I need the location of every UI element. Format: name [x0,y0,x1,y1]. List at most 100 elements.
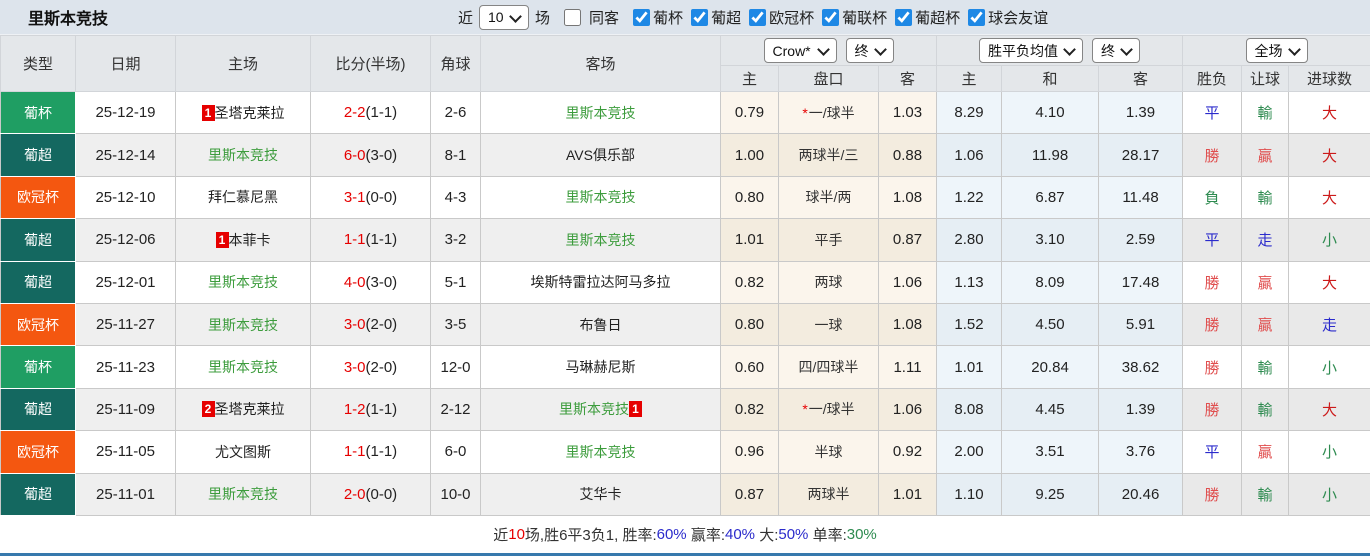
score: 1-2(1-1) [311,388,431,430]
corners: 3-2 [431,219,481,261]
match-date: 25-12-01 [76,261,176,303]
competition-badge: 欧冠杯 [1,431,76,473]
score: 3-1(0-0) [311,176,431,218]
team-title: 里斯本竞技 [28,5,108,29]
competition-checkbox[interactable] [895,9,912,26]
result-goals: 大 [1289,261,1370,303]
corners: 10-0 [431,473,481,515]
result-goals: 走 [1289,303,1370,345]
halftime-score: (0-0) [366,189,398,206]
ah-line: *一/球半 [779,388,879,430]
eu-draw-odds: 20.84 [1002,346,1099,388]
match-row: 葡超25-11-092圣塔克莱拉1-2(1-1)2-12里斯本竞技10.82*一… [1,388,1370,430]
result-handicap: 輸 [1242,346,1289,388]
home-team: 里斯本竞技 [176,303,311,345]
fulltime-score: 6-0 [344,147,366,164]
competition-badge: 葡杯 [1,346,76,388]
ah-home-odds: 0.96 [721,431,779,473]
eu-away-odds: 17.48 [1099,261,1183,303]
scope-select-wrap: 全场 [1246,38,1308,63]
competition-checkbox[interactable] [633,9,650,26]
odds-type-select[interactable]: 胜平负均值 [980,39,1082,62]
competition-badge: 葡超 [1,473,76,515]
team-name: 艾华卡 [580,486,622,502]
score: 2-2(1-1) [311,92,431,134]
ah-away-odds: 0.92 [879,431,937,473]
eu-away-odds: 1.39 [1099,388,1183,430]
match-date: 25-12-10 [76,176,176,218]
competition-checkbox[interactable] [822,9,839,26]
bookmaker-select[interactable]: Crow* [765,39,836,62]
competition-filter[interactable]: 葡超 [683,7,741,28]
fulltime-score: 2-2 [344,104,366,121]
competition-filter[interactable]: 葡联杯 [814,7,887,28]
summary-segment: 10 [508,526,525,543]
ah-line: 球半/两 [779,176,879,218]
result-outcome: 平 [1183,92,1242,134]
result-handicap: 贏 [1242,261,1289,303]
subcol-goals-result: 进球数 [1289,66,1370,92]
ah-home-odds: 0.87 [721,473,779,515]
rank-badge: 2 [202,401,215,417]
competition-badge: 葡杯 [1,92,76,134]
away-team: 里斯本竞技 [481,92,721,134]
away-team: 埃斯特雷拉达阿马多拉 [481,261,721,303]
result-outcome: 平 [1183,219,1242,261]
team-name: 圣塔克莱拉 [215,401,285,417]
subcol-eu-draw: 和 [1002,66,1099,92]
competition-checkbox[interactable] [691,9,708,26]
result-goals: 大 [1289,92,1370,134]
competition-filter[interactable]: 球会友谊 [960,7,1048,28]
match-rows: 葡杯25-12-191圣塔克莱拉2-2(1-1)2-6里斯本竞技0.79*一/球… [1,92,1370,516]
fulltime-score: 1-2 [344,401,366,418]
away-team: 马琳赫尼斯 [481,346,721,388]
ah-line-text: 平手 [815,232,843,248]
corners: 5-1 [431,261,481,303]
competition-filter[interactable]: 葡杯 [625,7,683,28]
match-row: 葡超25-12-14里斯本竞技6-0(3-0)8-1AVS俱乐部1.00两球半/… [1,134,1370,176]
eu-away-odds: 5.91 [1099,303,1183,345]
ah-line-text: 一/球半 [809,105,855,121]
subcol-handicap-result: 让球 [1242,66,1289,92]
competition-filter[interactable]: 葡超杯 [887,7,960,28]
eu-draw-odds: 3.10 [1002,219,1099,261]
eu-away-odds: 11.48 [1099,176,1183,218]
handicap-time-select[interactable]: 终 [847,39,893,62]
ah-home-odds: 1.00 [721,134,779,176]
ah-home-odds: 0.80 [721,303,779,345]
away-team: 布鲁日 [481,303,721,345]
competition-checkbox[interactable] [968,9,985,26]
result-outcome: 勝 [1183,134,1242,176]
eu-home-odds: 8.08 [937,388,1002,430]
away-team: 里斯本竞技 [481,431,721,473]
result-outcome: 平 [1183,431,1242,473]
eu-home-odds: 1.22 [937,176,1002,218]
ah-line: 平手 [779,219,879,261]
team-name: 里斯本竞技 [566,189,636,205]
recent-count-select[interactable]: 10 [480,6,528,29]
score: 4-0(3-0) [311,261,431,303]
corners: 2-12 [431,388,481,430]
competition-filter[interactable]: 欧冠杯 [741,7,814,28]
same-venue-checkbox[interactable] [564,9,581,26]
odds-type-select-wrap: 胜平负均值 [979,38,1083,63]
ah-away-odds: 1.06 [879,261,937,303]
home-team: 尤文图斯 [176,431,311,473]
team-name: 尤文图斯 [215,444,271,460]
corners: 4-3 [431,176,481,218]
summary-stats: 近10场,胜6平3负1, 胜率:60% 赢率:40% 大:50% 单率:30% [0,516,1370,556]
result-handicap: 輸 [1242,473,1289,515]
eu-away-odds: 2.59 [1099,219,1183,261]
odds-time-select[interactable]: 终 [1093,39,1139,62]
eu-away-odds: 1.39 [1099,92,1183,134]
eu-home-odds: 1.06 [937,134,1002,176]
ah-home-odds: 0.60 [721,346,779,388]
competition-checkbox[interactable] [749,9,766,26]
match-row: 欧冠杯25-12-10拜仁慕尼黑3-1(0-0)4-3里斯本竞技0.80球半/两… [1,176,1370,218]
result-goals: 小 [1289,431,1370,473]
same-venue-filter[interactable]: 同客 [556,7,625,28]
ah-line-text: 两球半/三 [799,147,859,163]
result-goals: 小 [1289,346,1370,388]
result-outcome: 勝 [1183,473,1242,515]
scope-select[interactable]: 全场 [1247,39,1307,62]
